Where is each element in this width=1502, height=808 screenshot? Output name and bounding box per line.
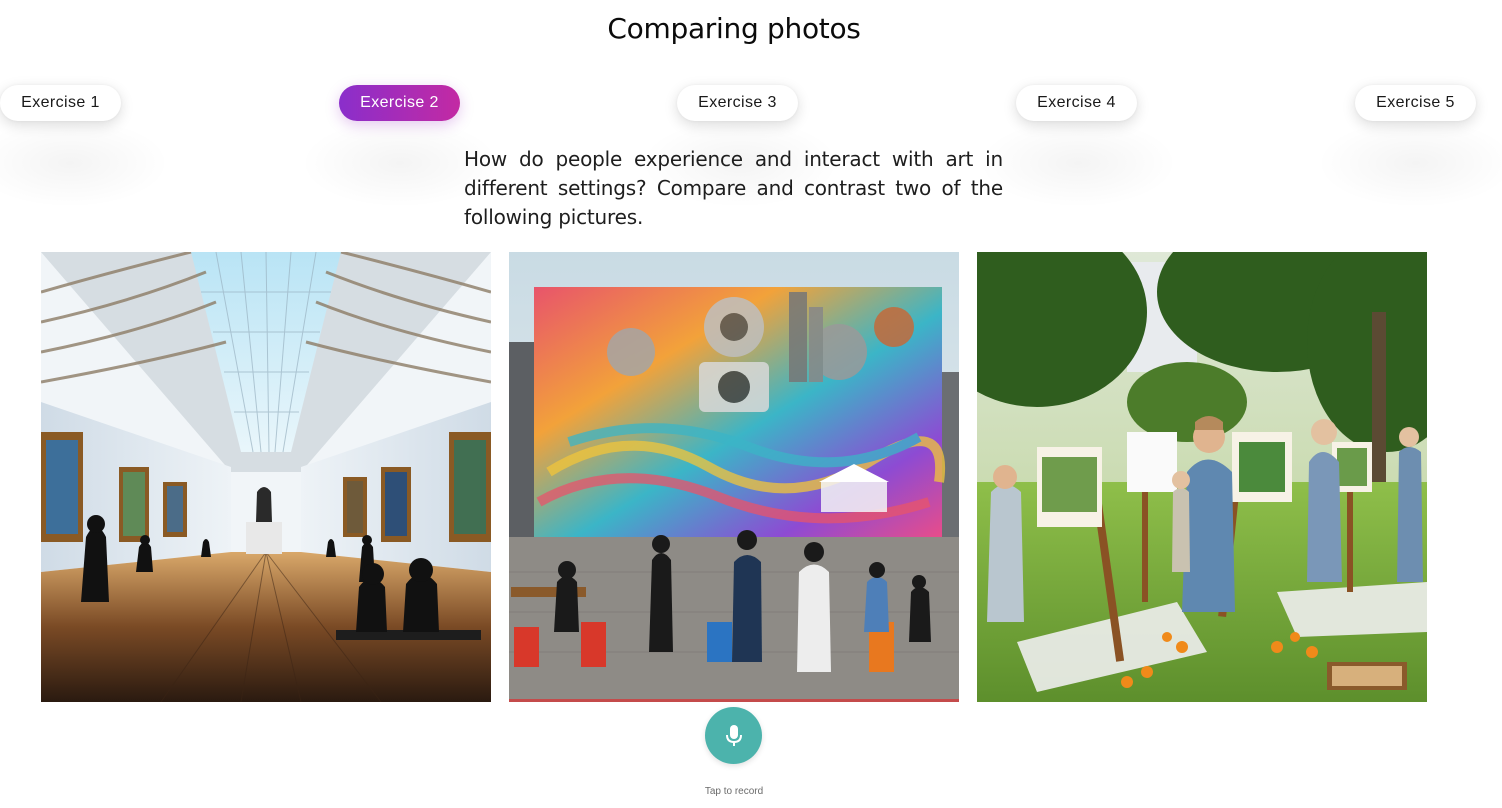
tab-exercise-3[interactable]: Exercise 3 xyxy=(677,85,798,121)
tab-exercise-2[interactable]: Exercise 2 xyxy=(339,85,460,121)
photo-park-painting[interactable] xyxy=(977,252,1427,702)
tab-exercise-4[interactable]: Exercise 4 xyxy=(1016,85,1137,121)
page-title: Comparing photos xyxy=(607,12,861,45)
tab-shadow-glow xyxy=(978,118,1178,208)
photo-street-mural[interactable] xyxy=(509,252,959,702)
tab-exercise-5[interactable]: Exercise 5 xyxy=(1355,85,1476,121)
park-painting-illustration xyxy=(977,252,1427,702)
gallery-illustration xyxy=(41,252,491,702)
photo-gallery[interactable] xyxy=(41,252,491,702)
tab-shadow-glow xyxy=(1316,118,1502,208)
exercise-prompt: How do people experience and interact wi… xyxy=(464,147,1003,229)
record-hint: Tap to record xyxy=(704,786,764,797)
street-mural-illustration xyxy=(509,252,959,702)
microphone-icon xyxy=(725,724,742,746)
record-button[interactable] xyxy=(705,707,762,764)
tab-shadow-glow xyxy=(0,118,170,208)
tab-exercise-1[interactable]: Exercise 1 xyxy=(0,85,121,121)
